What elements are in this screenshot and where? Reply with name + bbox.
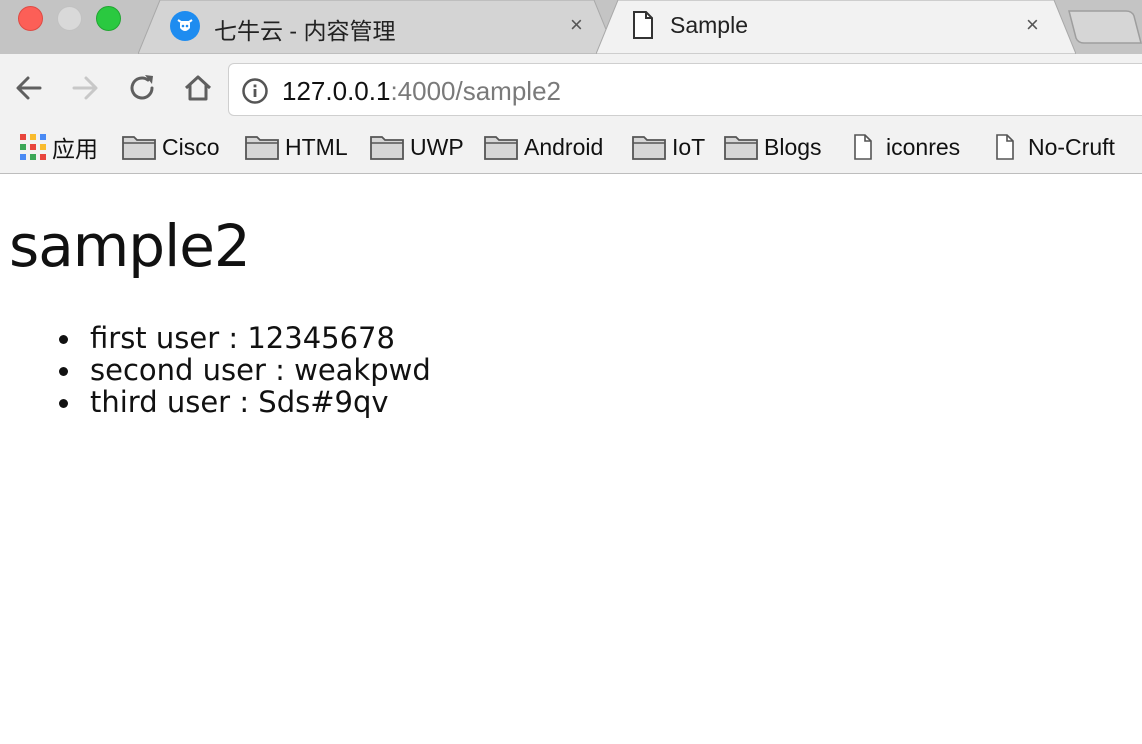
bookmark-label: Blogs [764, 133, 822, 160]
document-icon [633, 11, 653, 39]
list-item: second user : weakpwd [59, 353, 431, 387]
bookmark-folder-cisco[interactable]: Cisco [122, 130, 220, 164]
bookmark-folder-uwp[interactable]: UWP [370, 130, 464, 164]
folder-icon [724, 136, 758, 160]
bookmark-label: IoT [672, 133, 706, 160]
list-item-text: first user : 12345678 [90, 321, 395, 355]
bookmark-label: HTML [285, 133, 348, 160]
user-list: first user : 12345678 second user : weak… [59, 321, 431, 419]
reload-icon[interactable] [125, 71, 159, 105]
list-item: first user : 12345678 [59, 321, 431, 355]
bullet-icon [59, 335, 68, 344]
arrow-right-icon[interactable] [68, 71, 102, 105]
url-host: 127.0.0.1 [282, 76, 391, 106]
folder-icon [632, 136, 666, 160]
tab-title: Sample [670, 12, 748, 38]
home-icon[interactable] [181, 71, 215, 105]
tab-close-icon[interactable]: × [570, 12, 583, 38]
bookmark-folder-iot[interactable]: IoT [632, 130, 705, 164]
tab-strip: 七牛云 - 内容管理 × Sample × [0, 0, 1142, 54]
tab-qiniu[interactable]: 七牛云 - 内容管理 × [138, 0, 616, 54]
window-minimize-button[interactable] [57, 6, 82, 31]
tab-close-icon[interactable]: × [1026, 12, 1039, 38]
page-title: sample2 [9, 212, 251, 280]
bookmark-label: Android [524, 133, 604, 160]
arrow-left-icon[interactable] [12, 71, 46, 105]
folder-icon [245, 136, 279, 160]
bookmark-label: UWP [410, 133, 464, 160]
bookmark-label: Cisco [162, 133, 220, 160]
bookmark-label: 应用 [52, 136, 98, 162]
window-close-button[interactable] [18, 6, 43, 31]
bookmarks-bar: 应用 Cisco HTML UWP Android IoT Blogs icon… [0, 124, 1142, 174]
page-icon [996, 134, 1014, 160]
apps-grid-icon [20, 134, 46, 160]
bookmark-apps[interactable]: 应用 [20, 130, 98, 164]
url-text[interactable]: 127.0.0.1:4000/sample2 [282, 76, 561, 107]
page-icon [854, 134, 872, 160]
new-tab-button[interactable] [1068, 10, 1142, 44]
url-path: :4000/sample2 [390, 76, 561, 106]
qiniu-cow-icon [170, 11, 200, 41]
bookmark-page-no-cruft[interactable]: No-Cruft [994, 130, 1115, 164]
folder-icon [484, 136, 518, 160]
browser-toolbar: 127.0.0.1:4000/sample2 [0, 54, 1142, 124]
bookmark-label: iconres [886, 133, 961, 160]
bookmark-page-iconres[interactable]: iconres [852, 130, 960, 164]
folder-icon [122, 136, 156, 160]
tab-sample[interactable]: Sample × [596, 0, 1076, 54]
bookmark-folder-html[interactable]: HTML [245, 130, 348, 164]
folder-icon [370, 136, 404, 160]
list-item-text: third user : Sds#9qv [90, 385, 389, 419]
list-item-text: second user : weakpwd [90, 353, 431, 387]
list-item: third user : Sds#9qv [59, 385, 431, 419]
tab-title: 七牛云 - 内容管理 [214, 18, 396, 44]
bookmark-folder-blogs[interactable]: Blogs [724, 130, 822, 164]
address-bar[interactable]: 127.0.0.1:4000/sample2 [228, 63, 1142, 116]
page-content: sample2 first user : 12345678 second use… [0, 175, 1142, 744]
bullet-icon [59, 399, 68, 408]
info-icon[interactable] [241, 77, 269, 105]
window-maximize-button[interactable] [96, 6, 121, 31]
bookmark-label: No-Cruft [1028, 133, 1115, 160]
bullet-icon [59, 367, 68, 376]
bookmark-folder-android[interactable]: Android [484, 130, 603, 164]
tab-shape [596, 0, 1076, 54]
